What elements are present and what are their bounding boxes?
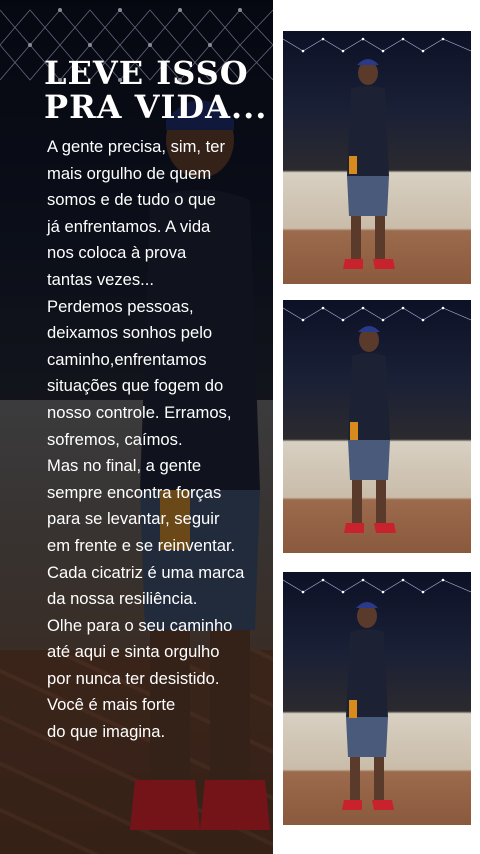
post-title: LEVE ISSO PRA VIDA... bbox=[44, 54, 268, 126]
photo-2 bbox=[283, 300, 471, 553]
photo-1 bbox=[283, 31, 471, 284]
photo-3 bbox=[283, 572, 471, 825]
post-body: A gente precisa, sim, ter mais orgulho d… bbox=[47, 137, 245, 742]
